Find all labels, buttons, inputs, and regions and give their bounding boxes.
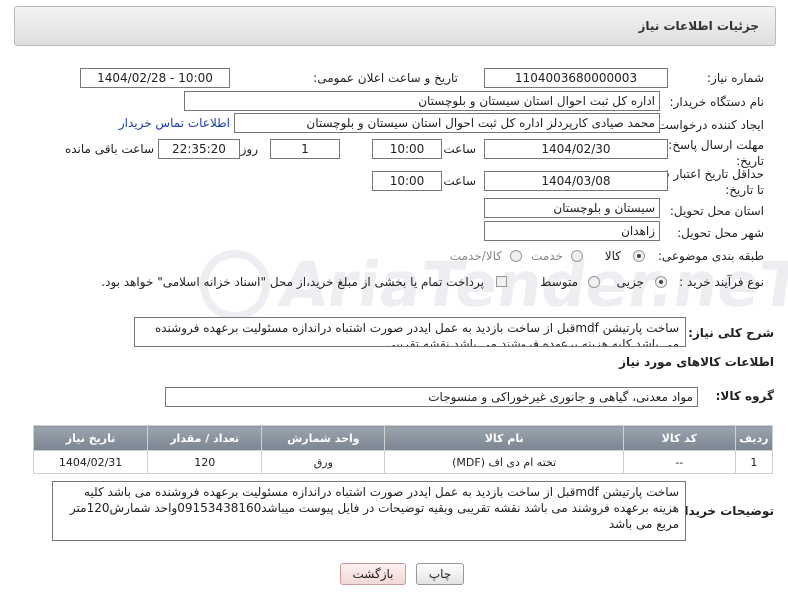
- goods-section-title: اطلاعات کالاهای مورد نیاز: [619, 355, 774, 369]
- announce-datetime-field[interactable]: 1404/02/28 - 10:00: [80, 68, 230, 88]
- announce-datetime-label: تاریخ و ساعت اعلان عمومی:: [313, 71, 458, 85]
- items-table-wrap: ردیف کد کالا نام کالا واحد شمارش تعداد /…: [32, 425, 774, 474]
- goods-group-field[interactable]: مواد معدنی، گیاهی و جانوری غیرخوراکی و م…: [165, 387, 698, 407]
- response-time-label: ساعت: [443, 142, 476, 156]
- subject-class-goods-radio[interactable]: [633, 250, 645, 262]
- print-button[interactable]: چاپ: [416, 563, 464, 585]
- col-row: ردیف: [734, 425, 774, 451]
- page-header: جزئیات اطلاعات نیاز: [14, 6, 776, 46]
- purchase-type-partial-radio[interactable]: [655, 276, 667, 288]
- col-date: تاریخ نیاز: [32, 425, 149, 451]
- need-number-label: شماره نیاز:: [707, 71, 764, 85]
- requester-field[interactable]: محمد صیادی کارپردلز اداره کل ثبت احوال ا…: [234, 113, 660, 133]
- description-label: شرح کلی نیاز:: [688, 326, 774, 340]
- goods-group-label: گروه کالا:: [715, 389, 774, 403]
- buyer-notes-label: توضیحات خریدار:: [672, 504, 774, 518]
- response-time-field[interactable]: 10:00: [372, 139, 442, 159]
- remaining-time-label: ساعت باقی مانده: [64, 142, 154, 156]
- delivery-city-field[interactable]: زاهدان: [484, 221, 660, 241]
- description-textarea[interactable]: ساخت پارتیشن mdfقبل از ساخت بازدید به عم…: [134, 317, 686, 347]
- col-name: نام کالا: [384, 425, 624, 451]
- remaining-time-field[interactable]: 22:35:20: [158, 139, 240, 159]
- col-code: کد کالا: [622, 425, 736, 451]
- page-title: جزئیات اطلاعات نیاز: [638, 19, 759, 33]
- buyer-org-label: نام دستگاه خریدار:: [669, 95, 765, 109]
- col-unit: واحد شمارش: [261, 425, 386, 451]
- back-button[interactable]: بازگشت: [340, 563, 406, 585]
- treasury-payment-checkbox[interactable]: [496, 276, 507, 287]
- cell-row: 1: [734, 450, 774, 474]
- subject-class-service-radio[interactable]: [571, 250, 583, 262]
- treasury-payment-note: پرداخت تمام یا بخشی از مبلغ خرید،از محل …: [101, 275, 484, 289]
- need-number-field[interactable]: 1104003680000003: [484, 68, 668, 88]
- items-table: ردیف کد کالا نام کالا واحد شمارش تعداد /…: [32, 425, 774, 474]
- purchase-type-label: نوع فرآیند خرید :: [679, 275, 764, 289]
- requester-label: ایجاد کننده درخواست:: [653, 118, 764, 132]
- price-validity-time-label: ساعت: [443, 174, 476, 188]
- subject-class-both-radio[interactable]: [510, 250, 522, 262]
- subject-class-goods-label: کالا: [604, 249, 621, 263]
- delivery-province-field[interactable]: سیستان و بلوچستان: [484, 198, 660, 218]
- purchase-type-medium-radio[interactable]: [588, 276, 600, 288]
- buyer-notes-textarea[interactable]: ساخت پارتیشن mdfقبل از ساخت بازدید به عم…: [52, 481, 686, 541]
- items-table-header-row: ردیف کد کالا نام کالا واحد شمارش تعداد /…: [32, 425, 774, 451]
- table-row[interactable]: 1 -- تخته ام دی اف (MDF) ورق 120 1404/02…: [32, 450, 774, 474]
- purchase-type-partial-label: جزیی: [616, 275, 644, 289]
- response-date-field[interactable]: 1404/02/30: [484, 139, 668, 159]
- response-days-field[interactable]: 1: [270, 139, 340, 159]
- cell-code: --: [622, 450, 736, 474]
- cell-unit: ورق: [261, 450, 386, 474]
- delivery-province-label: استان محل تحویل:: [669, 204, 764, 218]
- price-validity-date-field[interactable]: 1404/03/08: [484, 171, 668, 191]
- purchase-type-medium-label: متوسط: [540, 275, 578, 289]
- cell-date: 1404/02/31: [32, 450, 149, 474]
- subject-class-label: طبقه بندی موضوعی:: [657, 249, 764, 263]
- buyer-org-field[interactable]: اداره کل ثبت احوال استان سیستان و بلوچست…: [184, 91, 660, 111]
- subject-class-both-label: کالا/خدمت: [449, 249, 502, 263]
- price-validity-time-field[interactable]: 10:00: [372, 171, 442, 191]
- delivery-city-label: شهر محل تحویل:: [677, 226, 764, 240]
- cell-name: تخته ام دی اف (MDF): [384, 450, 624, 474]
- col-qty: تعداد / مقدار: [147, 425, 263, 451]
- buyer-contact-link[interactable]: اطلاعات تماس خریدار: [119, 116, 230, 130]
- response-deadline-label: مهلت ارسال پاسخ: تا تاریخ:: [657, 137, 764, 169]
- subject-class-service-label: خدمت: [531, 249, 563, 263]
- cell-qty: 120: [147, 450, 263, 474]
- response-deadline-label-line1: مهلت ارسال پاسخ: تا: [657, 138, 764, 152]
